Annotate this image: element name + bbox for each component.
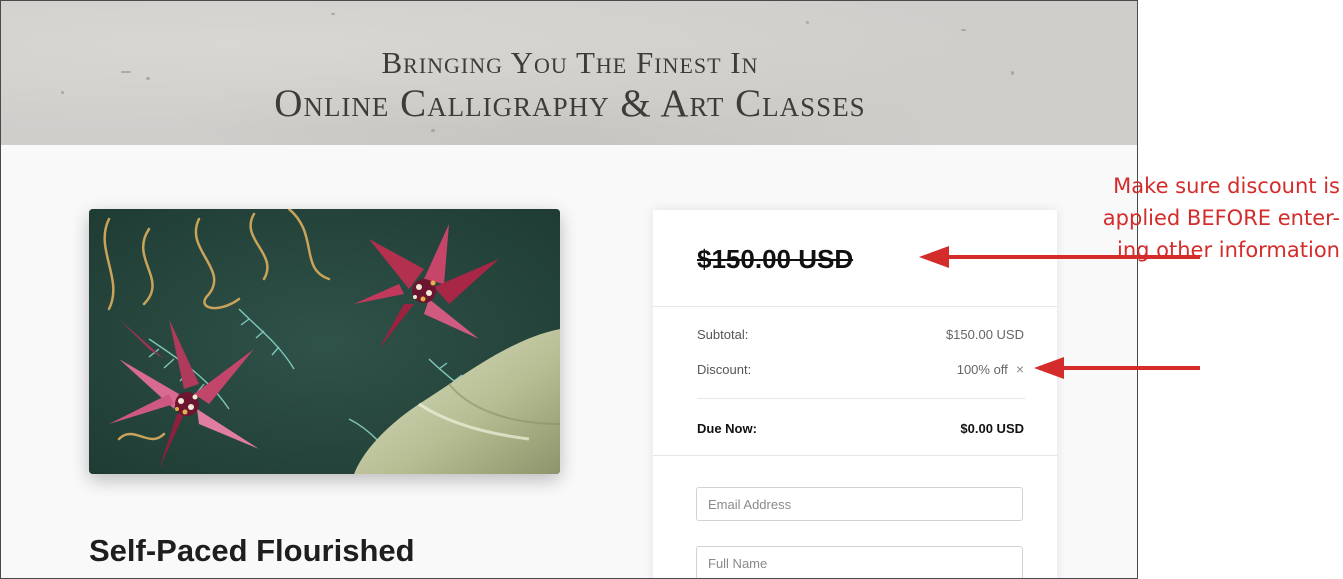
- product-title: Self-Paced Flourished: [89, 533, 415, 568]
- discount-label: Discount:: [697, 362, 752, 377]
- remove-discount-icon[interactable]: ×: [1016, 361, 1024, 377]
- annotation-line: Make sure discount is: [1113, 174, 1340, 198]
- divider: [653, 306, 1057, 307]
- discount-value: 100% off: [956, 362, 1008, 377]
- banner-heading-line2: Online Calligraphy & Art Classes: [274, 82, 866, 125]
- screenshot-frame: Bringing You The Finest In Online Callig…: [0, 0, 1138, 579]
- subtotal-label: Subtotal:: [697, 327, 749, 342]
- divider: [653, 455, 1057, 456]
- divider: [697, 398, 1025, 399]
- discount-value-group: 100% off ×: [957, 361, 1024, 377]
- email-field[interactable]: [696, 487, 1023, 521]
- due-now-value: $0.00 USD: [960, 421, 1024, 436]
- annotation-arrow-price: [919, 246, 1200, 268]
- original-price: $150.00 USD: [697, 244, 854, 274]
- product-image: [89, 209, 560, 474]
- annotation-line: applied BEFORE enter-: [1102, 206, 1340, 230]
- header-banner: Bringing You The Finest In Online Callig…: [1, 1, 1137, 145]
- due-now-label: Due Now:: [697, 421, 757, 436]
- subtotal-value: $150.00 USD: [945, 327, 1024, 342]
- banner-heading-line1: Bringing You The Finest In: [381, 45, 759, 80]
- full-name-field[interactable]: [696, 546, 1023, 578]
- annotation-arrow-discount: [1034, 357, 1200, 379]
